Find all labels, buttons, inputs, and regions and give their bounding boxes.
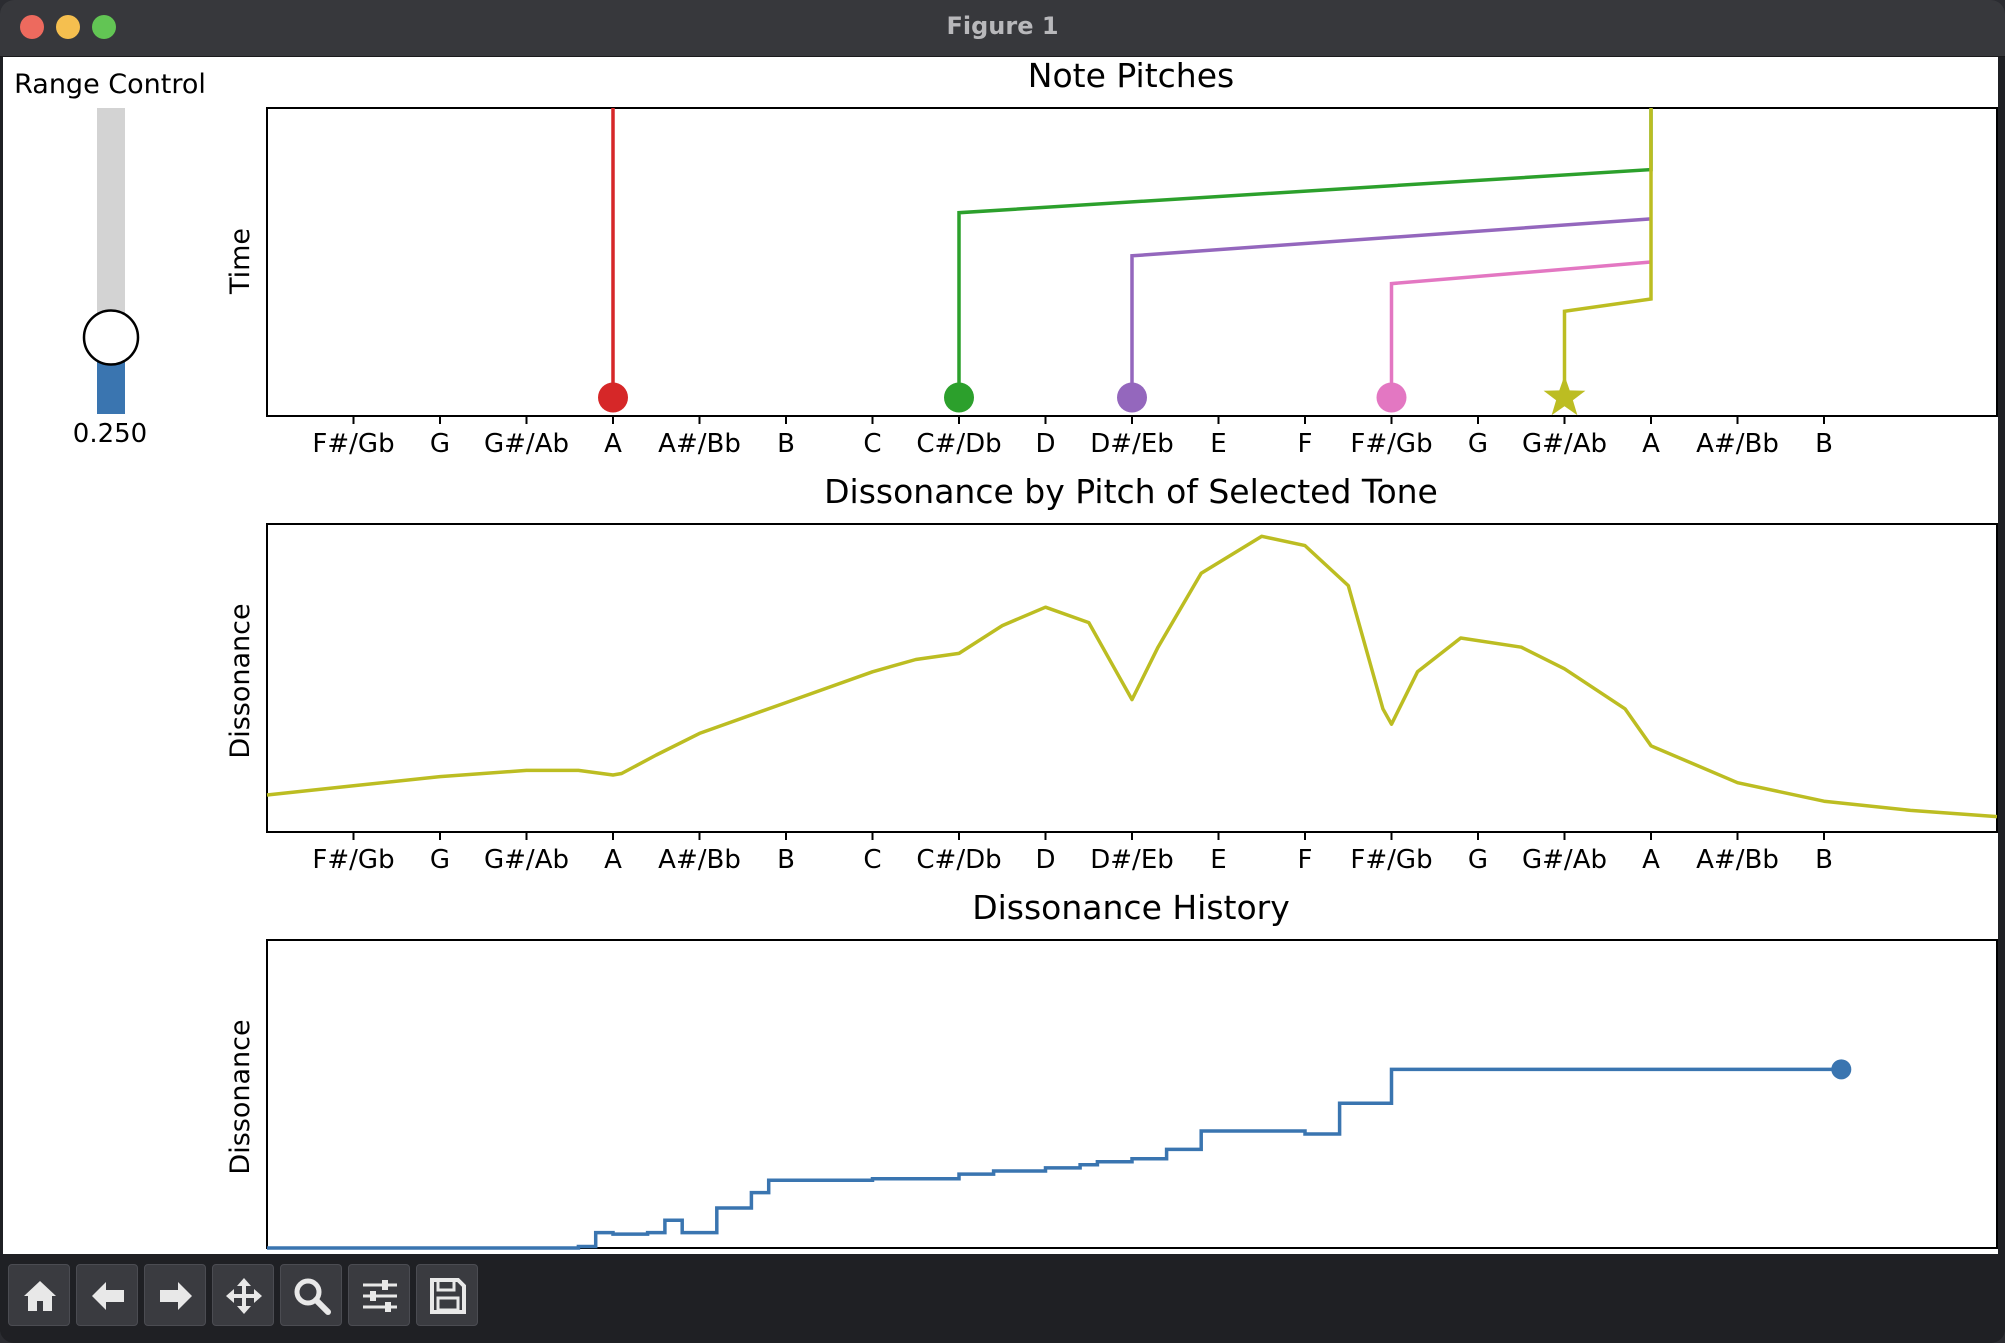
x-tick-label: B bbox=[777, 845, 795, 875]
x-tick-label: A bbox=[604, 429, 622, 459]
x-tick-label: A bbox=[604, 845, 622, 875]
x-tick-label: A#/Bb bbox=[658, 429, 741, 459]
x-tick-label: B bbox=[777, 429, 795, 459]
range-slider[interactable]: Range Control 0.250 bbox=[14, 69, 206, 449]
title-bar[interactable]: Figure 1 bbox=[0, 0, 2005, 57]
history-end-marker bbox=[1831, 1059, 1852, 1080]
note-pitches-axes[interactable]: Note Pitches Time F#/Gb G G#/Ab A A#/Bb B C C#/… bbox=[225, 57, 1998, 459]
note-pitches-ylabel: Time bbox=[225, 228, 256, 295]
x-tick-label: G bbox=[1468, 429, 1488, 459]
home-icon bbox=[24, 1281, 56, 1311]
dissonance-by-pitch-ylabel: Dissonance bbox=[225, 603, 256, 758]
navigation-toolbar bbox=[0, 1256, 2005, 1336]
x-tick-label: C bbox=[863, 845, 881, 875]
slider-handle[interactable] bbox=[82, 309, 140, 366]
dissonance-history-ylabel: Dissonance bbox=[225, 1019, 256, 1174]
x-tick-label: E bbox=[1210, 845, 1226, 875]
x-tick-label: A bbox=[1642, 429, 1660, 459]
note-marker-0 bbox=[598, 382, 628, 413]
x-tick-label: G#/Ab bbox=[484, 429, 569, 459]
x-tick-label: B bbox=[1815, 845, 1833, 875]
x-tick-label: F bbox=[1298, 429, 1313, 459]
x-tick-label: F#/Gb bbox=[1350, 429, 1432, 459]
note-marker-2 bbox=[1117, 382, 1147, 413]
note-pitches-title: Note Pitches bbox=[1028, 57, 1234, 95]
figure-canvas[interactable]: Range Control 0.250 Note Pitches Time F#… bbox=[3, 57, 1998, 1254]
x-tick-label: D#/Eb bbox=[1090, 845, 1174, 875]
arrow-left-icon bbox=[92, 1282, 124, 1310]
slider-value: 0.250 bbox=[73, 419, 147, 449]
dissonance-by-pitch-title: Dissonance by Pitch of Selected Tone bbox=[824, 472, 1438, 511]
dissonance-by-pitch-frame bbox=[266, 523, 1998, 833]
dissonance-history-axes[interactable]: Dissonance History Dissonance bbox=[225, 888, 1998, 1250]
x-tick-label: A bbox=[1642, 845, 1660, 875]
back-button[interactable] bbox=[76, 1264, 138, 1326]
x-tick-label: F#/Gb bbox=[312, 429, 394, 459]
floppy-disk-icon bbox=[430, 1278, 466, 1314]
pan-button[interactable] bbox=[212, 1264, 274, 1326]
x-tick-label: C#/Db bbox=[916, 429, 1001, 459]
window-title: Figure 1 bbox=[946, 12, 1059, 40]
forward-button[interactable] bbox=[144, 1264, 206, 1326]
note-marker-1 bbox=[944, 382, 974, 413]
x-tick-label: C bbox=[863, 429, 881, 459]
x-tick-label: G bbox=[1468, 845, 1488, 875]
figure-svg: Range Control 0.250 Note Pitches Time F#… bbox=[14, 57, 1998, 1250]
x-tick-label: G#/Ab bbox=[484, 845, 569, 875]
dissonance-history-title: Dissonance History bbox=[972, 888, 1290, 927]
slider-label: Range Control bbox=[14, 69, 206, 100]
note-pitches-plot bbox=[598, 108, 1653, 416]
configure-subplots-button[interactable] bbox=[348, 1264, 410, 1326]
pitch-line-1 bbox=[957, 108, 1653, 398]
selected-note-star-marker bbox=[1543, 375, 1586, 416]
dissonance-curve bbox=[266, 534, 1998, 819]
x-tick-label: D#/Eb bbox=[1090, 429, 1174, 459]
save-button[interactable] bbox=[416, 1264, 478, 1326]
x-tick-label: A#/Bb bbox=[658, 845, 741, 875]
sliders-icon bbox=[363, 1280, 397, 1312]
dissonance-history-plot bbox=[267, 1059, 1852, 1250]
x-tick-label: B bbox=[1815, 429, 1833, 459]
magnifier-icon bbox=[294, 1278, 331, 1315]
x-tick-label: F bbox=[1298, 845, 1313, 875]
x-tick-label: F#/Gb bbox=[312, 845, 394, 875]
dissonance-history-frame bbox=[266, 939, 1998, 1249]
history-line bbox=[267, 1067, 1842, 1250]
x-tick-label: G bbox=[430, 429, 450, 459]
x-tick-label: A#/Bb bbox=[1696, 845, 1779, 875]
figure-window: Figure 1 Range Control 0.250 Note Pitche… bbox=[0, 0, 2005, 1343]
x-tick-label: G#/Ab bbox=[1522, 429, 1607, 459]
arrow-right-icon bbox=[160, 1282, 192, 1310]
x-tick-label: D bbox=[1035, 429, 1055, 459]
dissonance-by-pitch-xticks: F#/Gb G G#/Ab A A#/Bb B C C#/Db D D#/Eb E F F#/Gb G G#… bbox=[312, 832, 1833, 875]
move-icon bbox=[226, 1278, 262, 1314]
pitch-line-3 bbox=[1389, 260, 1652, 398]
note-pitches-xticks: F#/Gb G G#/Ab A A#/Bb B C C#/Db D D#/Eb E F F#/Gb G G#… bbox=[312, 416, 1833, 459]
pitch-line-4 bbox=[1562, 108, 1653, 398]
x-tick-label: C#/Db bbox=[916, 845, 1001, 875]
x-tick-label: F#/Gb bbox=[1350, 845, 1432, 875]
x-tick-label: G#/Ab bbox=[1522, 845, 1607, 875]
x-tick-label: D bbox=[1035, 845, 1055, 875]
dissonance-by-pitch-plot bbox=[266, 534, 1998, 819]
x-tick-label: E bbox=[1210, 429, 1226, 459]
note-marker-3 bbox=[1376, 382, 1407, 413]
home-button[interactable] bbox=[8, 1264, 70, 1326]
dissonance-by-pitch-axes[interactable]: Dissonance by Pitch of Selected Tone Dis… bbox=[225, 472, 1998, 875]
x-tick-label: A#/Bb bbox=[1696, 429, 1779, 459]
zoom-button[interactable] bbox=[280, 1264, 342, 1326]
x-tick-label: G bbox=[430, 845, 450, 875]
